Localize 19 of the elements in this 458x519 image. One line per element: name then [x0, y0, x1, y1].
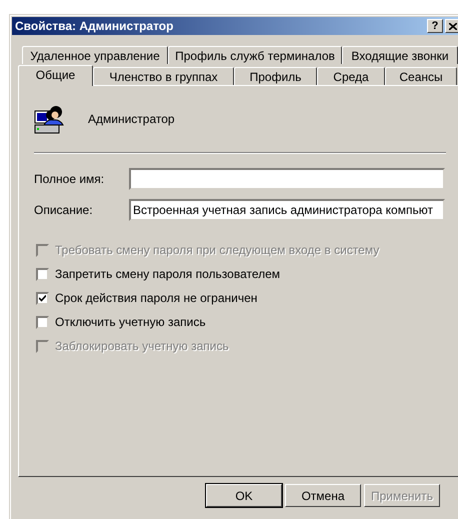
- field-label: Полное имя:: [34, 172, 106, 186]
- help-button[interactable]: ?: [427, 19, 443, 33]
- tab[interactable]: Среда: [317, 67, 385, 85]
- dialog-button[interactable]: OK: [206, 484, 282, 507]
- tab[interactable]: Входящие звонки: [342, 46, 458, 64]
- dialog-button[interactable]: Отмена: [285, 484, 361, 507]
- input-field[interactable]: Встроенная учетная запись администратора компьют: [129, 199, 445, 221]
- field-label: Описание:: [34, 203, 94, 217]
- tab[interactable]: Профиль служб терминалов: [168, 46, 342, 64]
- tab[interactable]: Сеансы: [385, 67, 457, 85]
- user-name: Администратор: [88, 112, 175, 126]
- tab[interactable]: Членство в группах: [93, 67, 234, 85]
- checkbox-label[interactable]: Запретить смену пароля пользователем: [36, 267, 458, 281]
- checkbox-label[interactable]: Отключить учетную запись: [36, 315, 458, 329]
- checkbox-label[interactable]: Срок действия пароля не ограничен: [36, 291, 458, 305]
- tab[interactable]: Удаленное управление: [22, 46, 168, 64]
- tab[interactable]: Общие: [18, 65, 93, 86]
- tab[interactable]: Профиль: [234, 67, 317, 85]
- window-title: Свойства: Администратор: [15, 19, 174, 33]
